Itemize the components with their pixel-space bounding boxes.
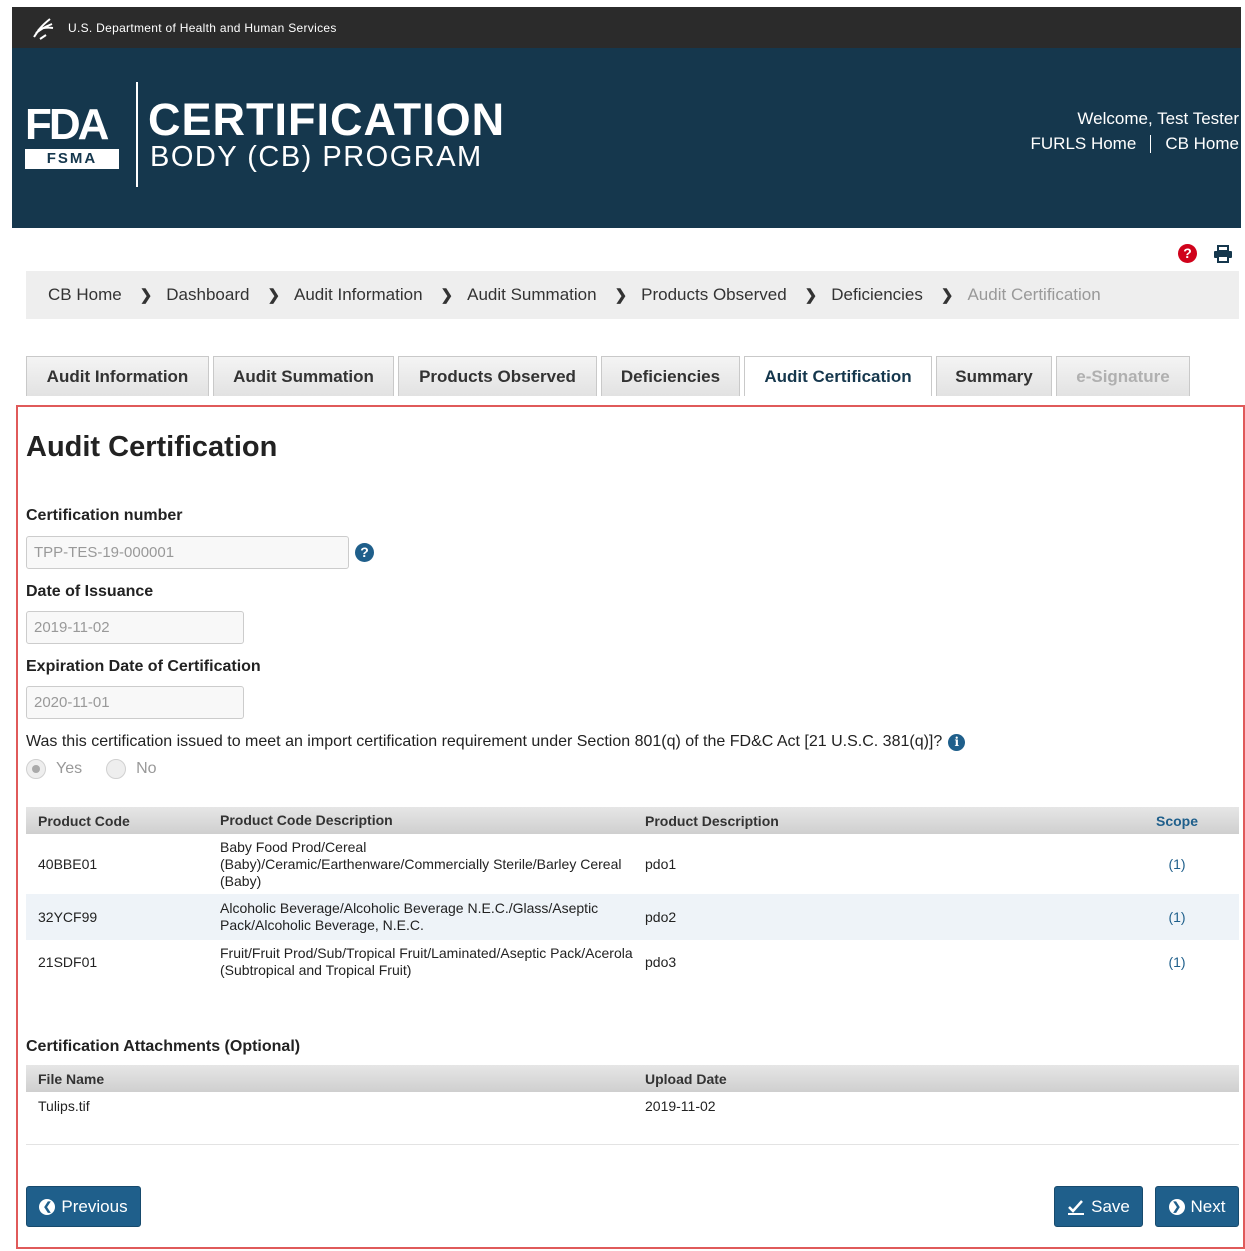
chevron-right-icon: ❯ — [804, 287, 818, 304]
breadcrumb-cb-home[interactable]: CB Home — [48, 285, 122, 305]
save-button-label: Save — [1091, 1196, 1130, 1216]
save-button[interactable]: Save — [1054, 1186, 1143, 1227]
tab-e-signature: e-Signature — [1056, 356, 1190, 396]
chevron-right-icon: ❯ — [940, 287, 954, 304]
chevron-left-icon: ❮ — [39, 1198, 56, 1215]
save-check-icon — [1068, 1199, 1085, 1215]
welcome-text: Welcome, Test Tester — [1077, 109, 1239, 128]
help-icon[interactable]: ? — [1178, 244, 1197, 263]
next-button[interactable]: ❯ Next — [1155, 1186, 1239, 1227]
header-scope[interactable]: Scope — [1115, 813, 1239, 829]
chevron-right-icon: ❯ — [614, 287, 628, 304]
chevron-right-icon: ❯ — [440, 287, 454, 304]
header-links: FURLS Home CB Home — [1031, 134, 1239, 154]
fsma-logo-text: FSMA — [25, 149, 119, 169]
header-product-code-description[interactable]: Product Code Description — [208, 812, 633, 829]
hhs-eagle-icon — [33, 17, 54, 40]
tab-summary[interactable]: Summary — [936, 356, 1052, 396]
previous-button-label: Previous — [61, 1196, 128, 1216]
help-icon[interactable]: ? — [355, 543, 374, 562]
cert-number-label: Certification number — [26, 507, 183, 524]
import-question: Was this certification issued to meet an… — [26, 733, 966, 751]
cell-product-code: 40BBE01 — [38, 856, 98, 872]
tab-audit-information[interactable]: Audit Information — [26, 356, 209, 396]
next-button-label: Next — [1190, 1196, 1226, 1216]
program-subtitle: BODY (CB) PROGRAM — [150, 141, 483, 173]
tab-bar: Audit Information Audit Summation Produc… — [26, 356, 1190, 396]
breadcrumb-products-observed[interactable]: Products Observed — [641, 285, 787, 305]
cell-file-name[interactable]: Tulips.tif — [26, 1098, 633, 1114]
utility-icons: ? — [1178, 244, 1233, 263]
table-row: 21SDF01 Fruit/Fruit Prod/Sub/Tropical Fr… — [26, 940, 1239, 984]
attachments-table: File Name Upload Date Tulips.tif 2019-11… — [26, 1065, 1239, 1120]
chevron-right-icon: ❯ — [267, 287, 281, 304]
header-upload-date[interactable]: Upload Date — [633, 1071, 1239, 1087]
radio-yes[interactable]: Yes — [26, 759, 82, 779]
cb-home-link[interactable]: CB Home — [1165, 134, 1239, 154]
program-title: CERTIFICATION — [148, 94, 506, 145]
cell-code-description: Fruit/Fruit Prod/Sub/Tropical Fruit/Lami… — [220, 945, 633, 978]
breadcrumb-audit-summation[interactable]: Audit Summation — [467, 285, 596, 305]
table-row: 40BBE01 Baby Food Prod/Cereal (Baby)/Cer… — [26, 834, 1239, 894]
fda-logo[interactable]: FDA FSMA — [25, 100, 119, 169]
attachments-label: Certification Attachments (Optional) — [26, 1038, 301, 1055]
cell-upload-date: 2019-11-02 — [645, 1098, 716, 1114]
header-divider — [136, 82, 138, 187]
radio-yes-label: Yes — [56, 760, 83, 777]
table-header: Product Code Product Code Description Pr… — [26, 807, 1239, 834]
table-row: 32YCF99 Alcoholic Beverage/Alcoholic Bev… — [26, 894, 1239, 940]
cell-code-description: Alcoholic Beverage/Alcoholic Beverage N.… — [220, 900, 599, 933]
expiry-date-label: Expiration Date of Certification — [26, 658, 261, 675]
issue-date-input[interactable] — [26, 611, 244, 644]
header-product-code[interactable]: Product Code — [26, 813, 208, 829]
breadcrumb-deficiencies[interactable]: Deficiencies — [831, 285, 923, 305]
cell-product-description: pdo1 — [645, 856, 677, 872]
header-file-name[interactable]: File Name — [26, 1071, 633, 1087]
header-product-description[interactable]: Product Description — [633, 813, 1115, 829]
radio-no-label: No — [136, 760, 157, 777]
cell-product-description: pdo2 — [645, 909, 677, 925]
radio-no[interactable]: No — [106, 759, 157, 779]
link-separator — [1150, 135, 1152, 153]
cell-product-description: pdo3 — [645, 954, 677, 970]
chevron-right-icon: ❯ — [139, 287, 153, 304]
table-row: Tulips.tif 2019-11-02 — [26, 1092, 1239, 1120]
expiry-date-input[interactable] — [26, 686, 244, 719]
site-header: FDA FSMA CERTIFICATION BODY (CB) PROGRAM… — [12, 48, 1241, 228]
scope-link[interactable]: (1) — [1115, 909, 1239, 925]
page-title: Audit Certification — [26, 431, 278, 463]
issue-date-label: Date of Issuance — [26, 583, 154, 600]
chevron-right-icon: ❯ — [1168, 1198, 1185, 1215]
scope-link[interactable]: (1) — [1115, 954, 1239, 970]
furls-home-link[interactable]: FURLS Home — [1031, 134, 1137, 154]
cert-number-input[interactable] — [26, 536, 349, 569]
products-table: Product Code Product Code Description Pr… — [26, 807, 1239, 984]
tab-products-observed[interactable]: Products Observed — [398, 356, 597, 396]
print-icon[interactable] — [1213, 244, 1233, 263]
import-radio-group: Yes No — [26, 759, 157, 779]
tab-deficiencies[interactable]: Deficiencies — [601, 356, 740, 396]
breadcrumb-dashboard[interactable]: Dashboard — [166, 285, 249, 305]
radio-no-circle[interactable] — [106, 759, 127, 779]
fda-logo-text: FDA — [25, 100, 109, 149]
import-question-text: Was this certification issued to meet an… — [26, 733, 943, 750]
cell-code-description: Baby Food Prod/Cereal (Baby)/Ceramic/Ear… — [220, 838, 622, 889]
cell-product-code: 32YCF99 — [38, 909, 98, 925]
tab-audit-certification[interactable]: Audit Certification — [744, 356, 932, 396]
table-header: File Name Upload Date — [26, 1065, 1239, 1092]
hhs-bar: U.S. Department of Health and Human Serv… — [12, 7, 1241, 48]
breadcrumb: CB Home ❯ Dashboard ❯ Audit Information … — [26, 271, 1239, 319]
tab-audit-summation[interactable]: Audit Summation — [213, 356, 394, 396]
previous-button[interactable]: ❮ Previous — [26, 1186, 141, 1227]
radio-yes-circle[interactable] — [26, 759, 46, 779]
hhs-text: U.S. Department of Health and Human Serv… — [68, 20, 337, 35]
scope-link[interactable]: (1) — [1115, 856, 1239, 872]
breadcrumb-audit-information[interactable]: Audit Information — [294, 285, 423, 305]
divider — [26, 1144, 1239, 1145]
breadcrumb-current: Audit Certification — [967, 285, 1101, 304]
info-icon[interactable]: i — [948, 733, 966, 751]
cell-product-code: 21SDF01 — [38, 954, 98, 970]
